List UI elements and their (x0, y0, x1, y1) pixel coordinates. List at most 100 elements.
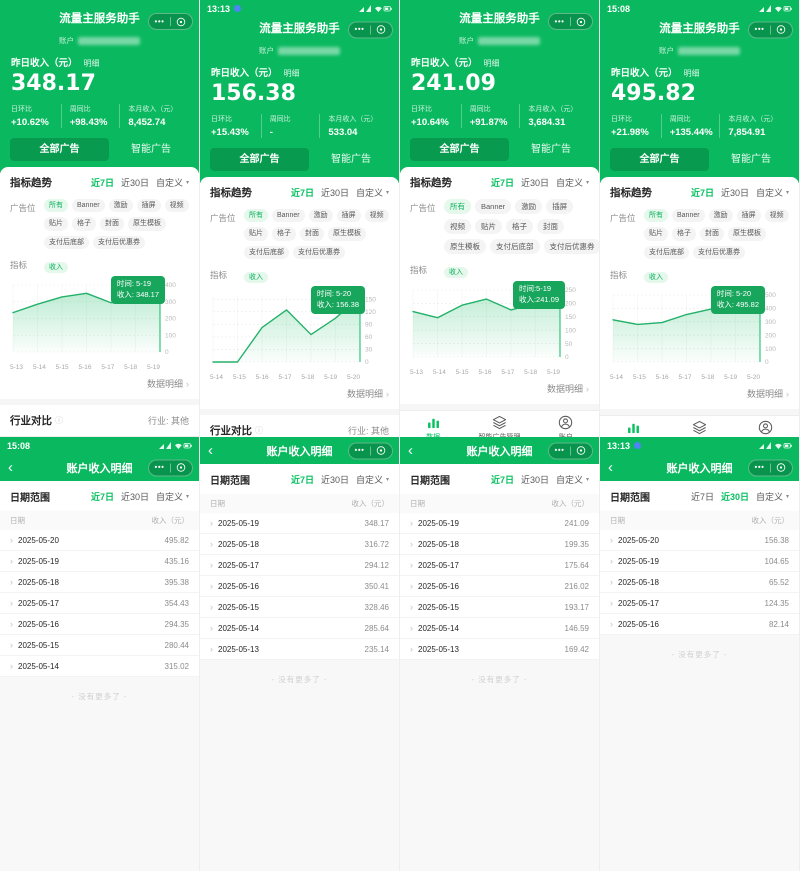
smart-ads-button[interactable]: 智能广告 (113, 138, 189, 161)
tab-bar[interactable]: 数据 (600, 420, 666, 437)
table-row[interactable]: ›2025-05-15280.44 (0, 635, 199, 656)
close-target-icon[interactable] (576, 446, 586, 456)
date-range-tab[interactable]: 自定义 (756, 490, 783, 503)
data-detail-link[interactable]: 数据明细› (610, 382, 789, 409)
trend-range-tab[interactable]: 近7日 (91, 176, 114, 189)
date-range-tab[interactable]: 近30日 (521, 473, 549, 486)
ad-position-chip[interactable]: Banner (475, 199, 511, 214)
data-detail-link[interactable]: 数据明细› (10, 372, 189, 399)
data-detail-link[interactable]: 数据明细› (410, 377, 589, 404)
trend-range-tab[interactable]: 自定义 (356, 186, 383, 199)
metric-chip-income[interactable]: 收入 (44, 262, 68, 273)
table-row[interactable]: ›2025-05-20495.82 (0, 530, 199, 551)
ad-position-chip[interactable]: 所有 (44, 199, 68, 212)
table-row[interactable]: ›2025-05-1682.14 (600, 614, 799, 635)
capsule-menu[interactable]: ••• (548, 442, 593, 459)
table-row[interactable]: ›2025-05-18395.38 (0, 572, 199, 593)
close-target-icon[interactable] (776, 25, 786, 35)
table-row[interactable]: ›2025-05-20156.38 (600, 530, 799, 551)
table-row[interactable]: ›2025-05-14315.02 (0, 656, 199, 677)
smart-ads-button[interactable]: 智能广告 (713, 148, 789, 171)
table-row[interactable]: ›2025-05-15193.17 (400, 597, 599, 618)
more-icon[interactable]: ••• (355, 447, 365, 455)
ad-position-chip[interactable]: Banner (272, 209, 305, 222)
ad-position-chip[interactable]: 视频 (165, 199, 189, 212)
ad-position-chip[interactable]: 激励 (515, 199, 542, 214)
trend-range-tab[interactable]: 近30日 (721, 186, 749, 199)
ad-position-chip[interactable]: 插屏 (737, 209, 761, 222)
date-range-tab[interactable]: 近7日 (491, 473, 514, 486)
table-row[interactable]: ›2025-05-16216.02 (400, 576, 599, 597)
more-icon[interactable]: ••• (555, 18, 565, 26)
back-icon[interactable]: ‹ (208, 437, 213, 464)
capsule-menu[interactable]: ••• (748, 459, 793, 476)
date-range-tab[interactable]: 近30日 (121, 490, 149, 503)
ad-position-chip[interactable]: 视频 (444, 219, 471, 234)
ad-position-chip[interactable]: 插屏 (337, 209, 361, 222)
more-icon[interactable]: ••• (155, 464, 165, 472)
date-range-tab[interactable]: 自定义 (556, 473, 583, 486)
table-row[interactable]: ›2025-05-16350.41 (200, 576, 399, 597)
more-icon[interactable]: ••• (355, 26, 365, 34)
ad-position-chip[interactable]: 支付后优惠券 (693, 246, 745, 259)
table-row[interactable]: ›2025-05-19435.16 (0, 551, 199, 572)
capsule-menu[interactable]: ••• (148, 459, 193, 476)
ad-position-chip[interactable]: 所有 (244, 209, 268, 222)
tab-layers[interactable]: 智能广告管理 (466, 415, 532, 437)
all-ads-button[interactable]: 全部广告 (610, 148, 709, 171)
date-range-tab[interactable]: 近30日 (321, 473, 349, 486)
tab-user[interactable]: 账户 (733, 420, 799, 437)
ad-position-chip[interactable]: 原生模板 (728, 227, 766, 240)
ad-position-chip[interactable]: 支付后底部 (490, 239, 540, 254)
table-row[interactable]: ›2025-05-19241.09 (400, 513, 599, 534)
ad-position-chip[interactable]: 支付后底部 (244, 246, 289, 259)
ad-position-chip[interactable]: 格子 (72, 217, 96, 230)
trend-range-tab[interactable]: 近7日 (691, 186, 714, 199)
table-row[interactable]: ›2025-05-15328.46 (200, 597, 399, 618)
account-row[interactable]: 账户 (0, 35, 199, 46)
back-icon[interactable]: ‹ (408, 437, 413, 464)
date-range-tab[interactable]: 近7日 (691, 490, 714, 503)
capsule-menu[interactable]: ••• (348, 442, 393, 459)
ad-position-chip[interactable]: 封面 (100, 217, 124, 230)
close-target-icon[interactable] (376, 25, 386, 35)
ad-position-chip[interactable]: 贴片 (244, 227, 268, 240)
income-detail-link[interactable]: 明细 (684, 68, 700, 79)
table-row[interactable]: ›2025-05-19104.65 (600, 551, 799, 572)
tab-bar[interactable]: 数据 (400, 415, 466, 437)
capsule-menu[interactable]: ••• (148, 13, 193, 30)
date-range-tab[interactable]: 近30日 (721, 490, 749, 503)
date-range-tab[interactable]: 自定义 (156, 490, 183, 503)
ad-position-chip[interactable]: 视频 (365, 209, 389, 222)
ad-position-chip[interactable]: 支付后优惠券 (544, 239, 601, 254)
ad-position-chip[interactable]: 激励 (109, 199, 133, 212)
ad-position-chip[interactable]: 支付后优惠券 (93, 236, 145, 249)
ad-position-chip[interactable]: 支付后底部 (44, 236, 89, 249)
more-icon[interactable]: ••• (755, 26, 765, 34)
account-row[interactable]: 账户 (200, 45, 399, 56)
table-row[interactable]: ›2025-05-14146.59 (400, 618, 599, 639)
ad-position-chip[interactable]: 贴片 (475, 219, 502, 234)
table-row[interactable]: ›2025-05-18316.72 (200, 534, 399, 555)
close-target-icon[interactable] (776, 463, 786, 473)
ad-position-chip[interactable]: 贴片 (44, 217, 68, 230)
ad-position-chip[interactable]: 所有 (644, 209, 668, 222)
date-range-tab[interactable]: 自定义 (356, 473, 383, 486)
capsule-menu[interactable]: ••• (348, 21, 393, 38)
trend-range-tab[interactable]: 自定义 (756, 186, 783, 199)
ad-position-chip[interactable]: 激励 (709, 209, 733, 222)
capsule-menu[interactable]: ••• (548, 13, 593, 30)
ad-position-chip[interactable]: 插屏 (137, 199, 161, 212)
metric-chip-income[interactable]: 收入 (244, 272, 268, 283)
trend-range-tab[interactable]: 近7日 (491, 176, 514, 189)
table-row[interactable]: ›2025-05-13235.14 (200, 639, 399, 660)
ad-position-chip[interactable]: Banner (72, 199, 105, 212)
ad-position-chip[interactable]: 所有 (444, 199, 471, 214)
metric-chip-income[interactable]: 收入 (644, 272, 668, 283)
close-target-icon[interactable] (176, 17, 186, 27)
ad-position-chip[interactable]: 封面 (700, 227, 724, 240)
tab-layers[interactable]: 智能广告管理 (666, 420, 732, 437)
ad-position-chip[interactable]: 视频 (765, 209, 789, 222)
ad-position-chip[interactable]: 原生模板 (128, 217, 166, 230)
ad-position-chip[interactable]: 插屏 (546, 199, 573, 214)
